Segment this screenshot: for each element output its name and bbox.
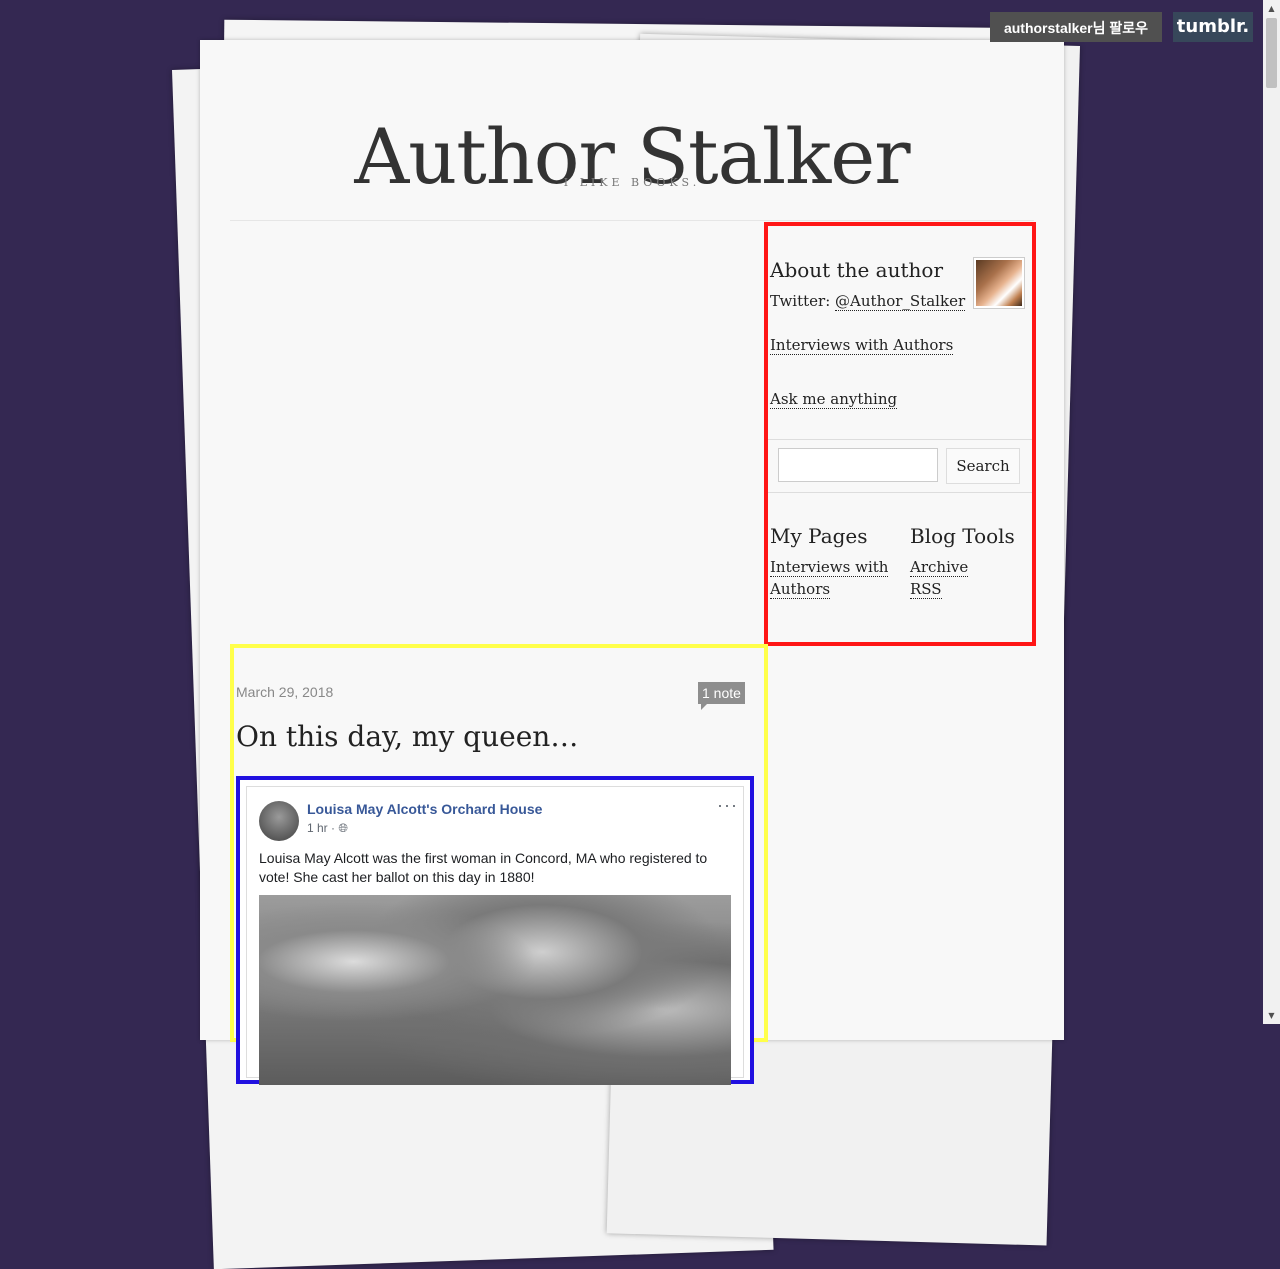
globe-icon: 🌐︎ — [338, 821, 348, 835]
fb-post-meta: 1 hr · 🌐︎ — [307, 821, 348, 836]
scroll-down-arrow-icon[interactable]: ▼ — [1263, 1007, 1280, 1024]
post-image-embed: Louisa May Alcott's Orchard House 1 hr ·… — [236, 776, 754, 1085]
ask-line: Ask me anything — [770, 390, 898, 409]
scroll-thumb[interactable] — [1266, 18, 1277, 88]
fb-timestamp: 1 hr · — [307, 821, 339, 835]
sidebar: About the author Twitter: @Author_Stalke… — [764, 222, 1036, 646]
my-pages-item: Interviews with — [770, 558, 889, 577]
post-date[interactable]: March 29, 2018 — [236, 684, 333, 700]
interviews-link[interactable]: Interviews with Authors — [770, 336, 954, 355]
blog-tools-item: Archive — [910, 558, 969, 577]
header-divider — [230, 220, 1034, 221]
my-pages-link[interactable]: Authors — [770, 580, 831, 599]
my-pages-title: My Pages — [770, 524, 868, 548]
fb-post-text: Louisa May Alcott was the first woman in… — [259, 850, 708, 885]
page-avatar — [259, 801, 299, 841]
author-avatar[interactable] — [973, 257, 1025, 309]
archive-link[interactable]: Archive — [910, 558, 969, 577]
my-pages-item: Authors — [770, 580, 831, 599]
fb-post-photo — [259, 895, 731, 1085]
search-button[interactable]: Search — [946, 448, 1020, 484]
blog-tools-item: RSS — [910, 580, 942, 599]
more-options-icon: ··· — [717, 795, 738, 815]
my-pages-link[interactable]: Interviews with — [770, 558, 889, 577]
about-title: About the author — [770, 258, 943, 282]
search-input[interactable] — [778, 448, 938, 482]
facebook-post-card: Louisa May Alcott's Orchard House 1 hr ·… — [246, 786, 744, 1085]
scroll-up-arrow-icon[interactable]: ▲ — [1263, 0, 1280, 17]
follow-button[interactable]: authorstalker님 팔로우 — [990, 12, 1162, 42]
twitter-label: Twitter: — [770, 292, 836, 310]
twitter-link[interactable]: @Author_Stalker — [835, 292, 966, 311]
blog-description: I like books. — [563, 176, 701, 189]
post-title[interactable]: On this day, my queen… — [236, 720, 578, 753]
notes-badge[interactable]: 1 note — [698, 682, 745, 710]
rss-link[interactable]: RSS — [910, 580, 942, 599]
tumblr-logo[interactable]: tumblr. — [1173, 12, 1253, 42]
ask-link[interactable]: Ask me anything — [770, 390, 898, 409]
post: March 29, 2018 1 note On this day, my qu… — [230, 644, 768, 1085]
sidebar-divider — [768, 439, 1032, 440]
avatar-image — [976, 260, 1022, 306]
fb-page-name: Louisa May Alcott's Orchard House — [307, 801, 543, 817]
blog-tools-title: Blog Tools — [910, 524, 1015, 548]
twitter-line: Twitter: @Author_Stalker — [770, 292, 966, 311]
interviews-line: Interviews with Authors — [770, 336, 954, 355]
scrollbar[interactable]: ▲ ▼ — [1263, 0, 1280, 1024]
sidebar-divider — [768, 492, 1032, 493]
